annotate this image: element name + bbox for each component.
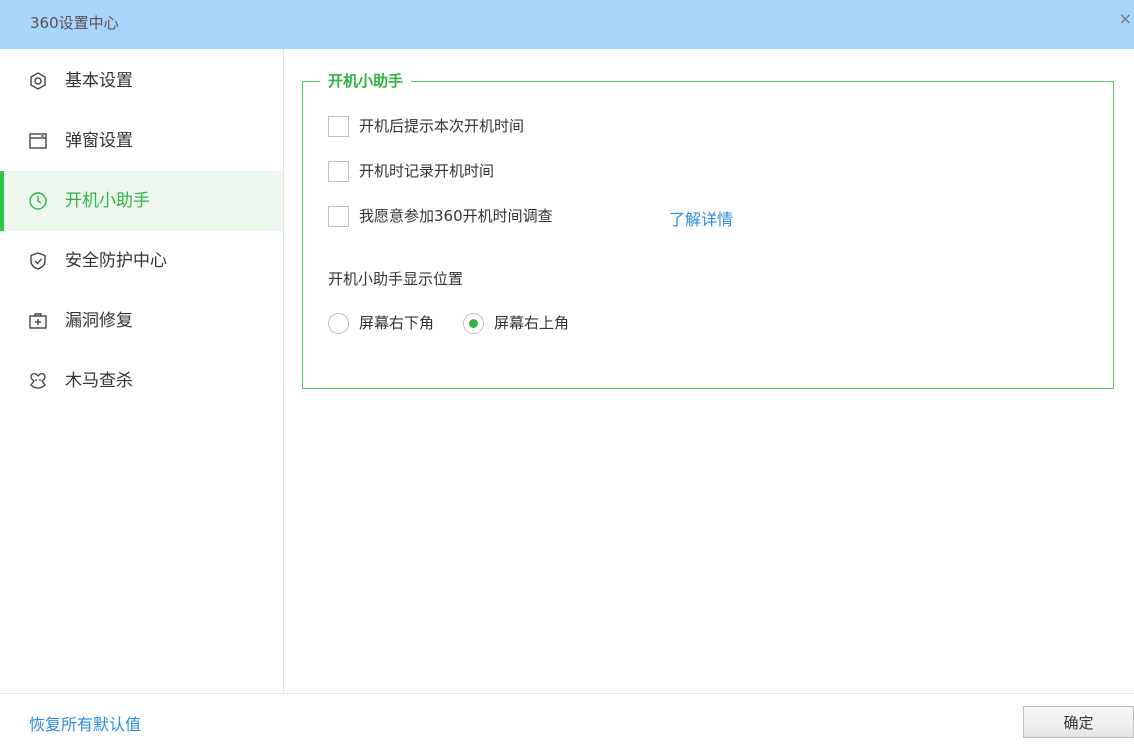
shield-icon [28,251,48,271]
sidebar: 基本设置 弹窗设置 开机小助手 安全防护中心 漏洞修复 木马查杀 [0,49,284,693]
title-bar: 360设置中心 × [0,0,1134,49]
learn-more-link[interactable]: 了解详情 [669,209,733,231]
footer: 恢复所有默认值 确定 [0,693,1134,746]
sidebar-item-trojan-scan[interactable]: 木马查杀 [0,351,283,411]
close-icon[interactable]: × [1119,11,1132,27]
sidebar-item-popup-settings[interactable]: 弹窗设置 [0,111,283,171]
checkbox-label: 开机后提示本次开机时间 [359,117,525,135]
sidebar-item-label: 漏洞修复 [65,311,133,331]
trojan-icon [28,371,48,391]
sidebar-item-vulnerability-fix[interactable]: 漏洞修复 [0,291,283,351]
sidebar-item-security-center[interactable]: 安全防护中心 [0,231,283,291]
sidebar-item-basic-settings[interactable]: 基本设置 [0,51,283,111]
sidebar-item-label: 基本设置 [65,71,133,91]
radio-label: 屏幕右下角 [359,314,435,332]
checkbox-label: 我愿意参加360开机时间调查 [359,207,553,225]
display-position-label: 开机小助手显示位置 [328,270,464,288]
clock-icon [28,191,48,211]
checkbox-box[interactable] [328,161,349,182]
patch-icon [28,311,48,331]
sidebar-item-label: 开机小助手 [65,191,150,211]
radio-button[interactable] [328,313,349,334]
settings-icon [28,71,48,91]
window-title: 360设置中心 [30,14,119,32]
sidebar-item-label: 木马查杀 [65,371,133,391]
window-icon [28,131,48,151]
ok-button[interactable]: 确定 [1023,706,1134,738]
checkbox-box[interactable] [328,116,349,137]
restore-defaults-link[interactable]: 恢复所有默认值 [29,714,141,736]
radio-label: 屏幕右上角 [494,314,570,332]
sidebar-item-label: 安全防护中心 [65,251,167,271]
radio-button[interactable] [463,313,484,334]
sidebar-item-boot-assistant[interactable]: 开机小助手 [0,171,283,231]
sidebar-item-label: 弹窗设置 [65,131,133,151]
checkbox-box[interactable] [328,206,349,227]
group-title: 开机小助手 [320,70,412,92]
checkbox-label: 开机时记录开机时间 [359,162,495,180]
